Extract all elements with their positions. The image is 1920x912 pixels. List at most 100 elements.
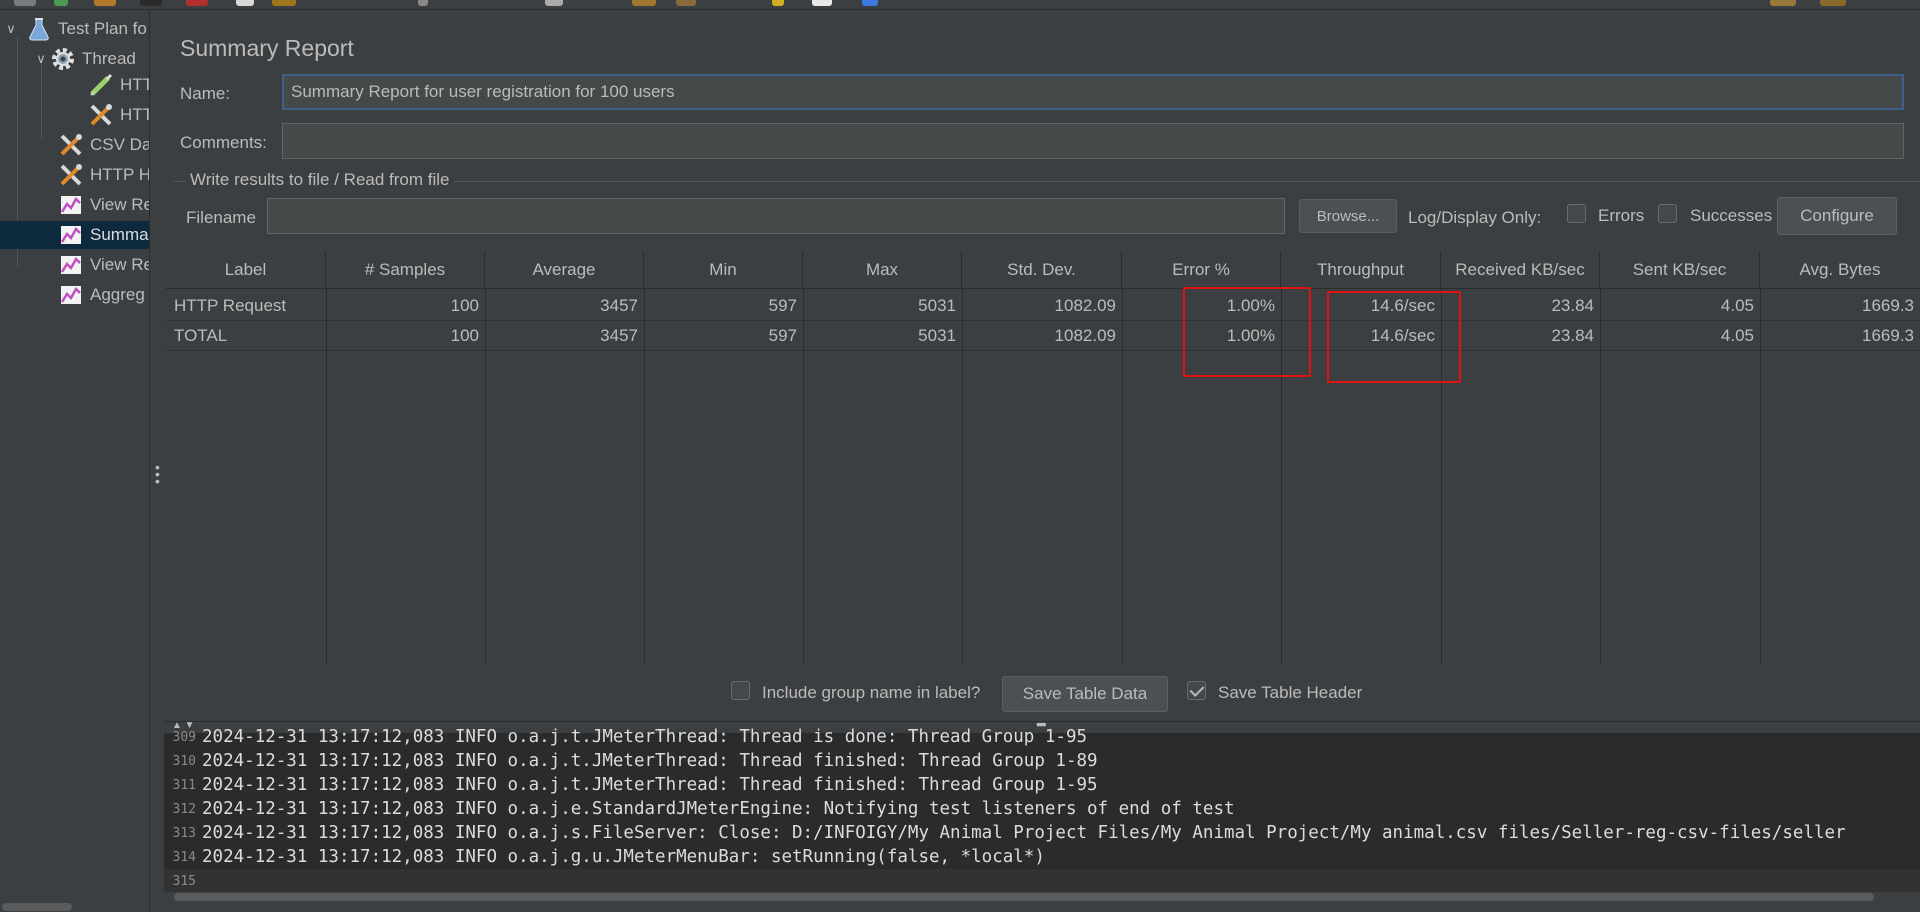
toolbar-icon[interactable]	[140, 0, 162, 6]
successes-checkbox[interactable]	[1658, 204, 1677, 223]
tree-item-label: HTTP H	[90, 165, 150, 184]
throughput-highlight	[1327, 291, 1461, 383]
log-text: 2024-12-31 13:17:12,083 INFO o.a.j.t.JMe…	[202, 751, 1098, 771]
tree-horizontal-scrollbar[interactable]	[0, 901, 149, 912]
chevron-down-icon[interactable]: ∨	[2, 21, 20, 37]
file-group-title: Write results to file / Read from file	[186, 170, 454, 190]
table-row[interactable]: HTTP Request 100 3457 597 5031 1082.09 1…	[166, 291, 1920, 321]
table-cell: 1669.3	[1862, 326, 1914, 345]
table-cell: 4.05	[1720, 296, 1754, 315]
column-header[interactable]: Error %	[1122, 251, 1281, 289]
filename-label: Filename	[186, 208, 256, 227]
toolbar-icon[interactable]	[236, 0, 254, 6]
toolbar-icon[interactable]	[186, 0, 208, 6]
table-row[interactable]: TOTAL 100 3457 597 5031 1082.09 1.00% 14…	[166, 321, 1920, 351]
toolbar-icon[interactable]	[632, 0, 656, 6]
errors-checkbox[interactable]	[1567, 204, 1586, 223]
toolbar-icon[interactable]	[1770, 0, 1796, 6]
toolbar-icon[interactable]	[94, 0, 116, 6]
summary-table[interactable]: Label # Samples Average Min Max Std. Dev…	[166, 251, 1920, 663]
column-header[interactable]: Std. Dev.	[962, 251, 1122, 289]
drag-handle-icon[interactable]: •••	[155, 460, 160, 488]
toolbar-icon[interactable]	[272, 0, 296, 6]
line-number: 310	[172, 753, 196, 769]
tree-item-http-config[interactable]: HTT	[88, 101, 150, 129]
column-header[interactable]: Sent KB/sec	[1600, 251, 1760, 289]
log-line: 314 2024-12-31 13:17:12,083 INFO o.a.j.g…	[164, 845, 1920, 869]
vertical-splitter[interactable]: • • •	[150, 11, 164, 912]
toolbar-icon[interactable]	[862, 0, 878, 6]
name-label: Name:	[180, 84, 231, 103]
graph-icon	[58, 253, 84, 277]
tree-item-test-plan[interactable]: ∨ Test Plan fo	[2, 15, 147, 43]
column-header[interactable]: Received KB/sec	[1441, 251, 1600, 289]
tools-icon	[58, 163, 84, 187]
log-panel[interactable]: 309 2024-12-31 13:17:12,083 INFO o.a.j.t…	[164, 727, 1920, 902]
line-number: 312	[172, 801, 196, 817]
toolbar-icon[interactable]	[545, 0, 563, 6]
gear-icon	[50, 47, 76, 71]
table-cell: 597	[768, 296, 797, 315]
table-cell: 5031	[918, 326, 956, 345]
log-line-current[interactable]: 315	[164, 869, 1920, 893]
table-cell: 4.05	[1720, 326, 1754, 345]
comments-field[interactable]	[282, 123, 1904, 159]
table-cell: 3457	[600, 326, 638, 345]
tree-item-view-results[interactable]: View Re	[58, 191, 150, 219]
column-header[interactable]: # Samples	[326, 251, 485, 289]
column-header[interactable]: Average	[485, 251, 644, 289]
table-cell: 1082.09	[1054, 326, 1116, 345]
graph-icon	[58, 193, 84, 217]
save-table-header-checkbox[interactable]	[1187, 681, 1206, 700]
page-title: Summary Report	[180, 35, 354, 61]
table-cell: 100	[450, 296, 479, 315]
toolbar-icon[interactable]	[14, 0, 36, 6]
log-text: 2024-12-31 13:17:12,083 INFO o.a.j.t.JMe…	[202, 775, 1098, 795]
tree-item-label: Aggreg	[90, 285, 145, 304]
table-cell: 597	[768, 326, 797, 345]
include-group-checkbox[interactable]	[731, 681, 750, 700]
toolbar-icon[interactable]	[418, 0, 428, 6]
tree-item-http-header[interactable]: HTTP H	[58, 161, 150, 189]
summary-report-panel: Summary Report Name: Summary Report for …	[164, 11, 1920, 732]
tree-item-csv-data[interactable]: CSV Da	[58, 131, 149, 159]
column-header[interactable]: Label	[166, 251, 326, 289]
toolbar-icon[interactable]	[772, 0, 784, 6]
configure-button[interactable]: Configure	[1777, 197, 1897, 235]
toolbar-icon[interactable]	[54, 0, 68, 6]
tree-item-aggregate[interactable]: Aggreg	[58, 281, 145, 309]
name-field[interactable]: Summary Report for user registration for…	[282, 74, 1904, 110]
log-text: 2024-12-31 13:17:12,083 INFO o.a.j.e.Sta…	[202, 799, 1235, 819]
log-horizontal-scrollbar[interactable]	[164, 892, 1920, 902]
tree-item-summary-report[interactable]: Summa	[0, 221, 149, 249]
toolbar-icon[interactable]	[676, 0, 696, 6]
column-header[interactable]: Throughput	[1281, 251, 1441, 289]
tools-icon	[58, 133, 84, 157]
scrollbar-thumb[interactable]	[174, 893, 1874, 901]
line-number: 311	[172, 777, 196, 793]
toolbar	[0, 0, 1920, 10]
line-number: 309	[172, 729, 196, 745]
tree-item-label: HTT	[120, 105, 150, 124]
column-header[interactable]: Max	[803, 251, 962, 289]
toolbar-icon[interactable]	[1820, 0, 1846, 6]
tree-item-label: Test Plan fo	[58, 19, 147, 38]
filename-field[interactable]	[267, 198, 1285, 234]
tree-item-label: View Re	[90, 195, 150, 214]
table-cell: 3457	[600, 296, 638, 315]
test-plan-tree[interactable]: ∨ Test Plan fo ∨ Thread HTT HTT CSV Da H…	[0, 11, 150, 912]
browse-button[interactable]: Browse...	[1299, 199, 1397, 233]
save-table-header-label: Save Table Header	[1218, 683, 1363, 702]
tree-item-view-results-2[interactable]: View Re	[58, 251, 149, 279]
log-text: 2024-12-31 13:17:12,083 INFO o.a.j.t.JMe…	[202, 727, 1088, 747]
toolbar-icon[interactable]	[812, 0, 832, 6]
tree-item-thread-group[interactable]: ∨ Thread	[32, 45, 136, 73]
chevron-down-icon[interactable]: ∨	[32, 51, 50, 67]
scrollbar-thumb[interactable]	[2, 903, 72, 911]
table-cell: HTTP Request	[174, 296, 287, 315]
column-header[interactable]: Avg. Bytes	[1760, 251, 1920, 289]
column-header[interactable]: Min	[644, 251, 803, 289]
successes-label: Successes	[1690, 206, 1773, 225]
tree-item-http-request[interactable]: HTT	[88, 71, 149, 99]
save-table-data-button[interactable]: Save Table Data	[1002, 676, 1168, 712]
